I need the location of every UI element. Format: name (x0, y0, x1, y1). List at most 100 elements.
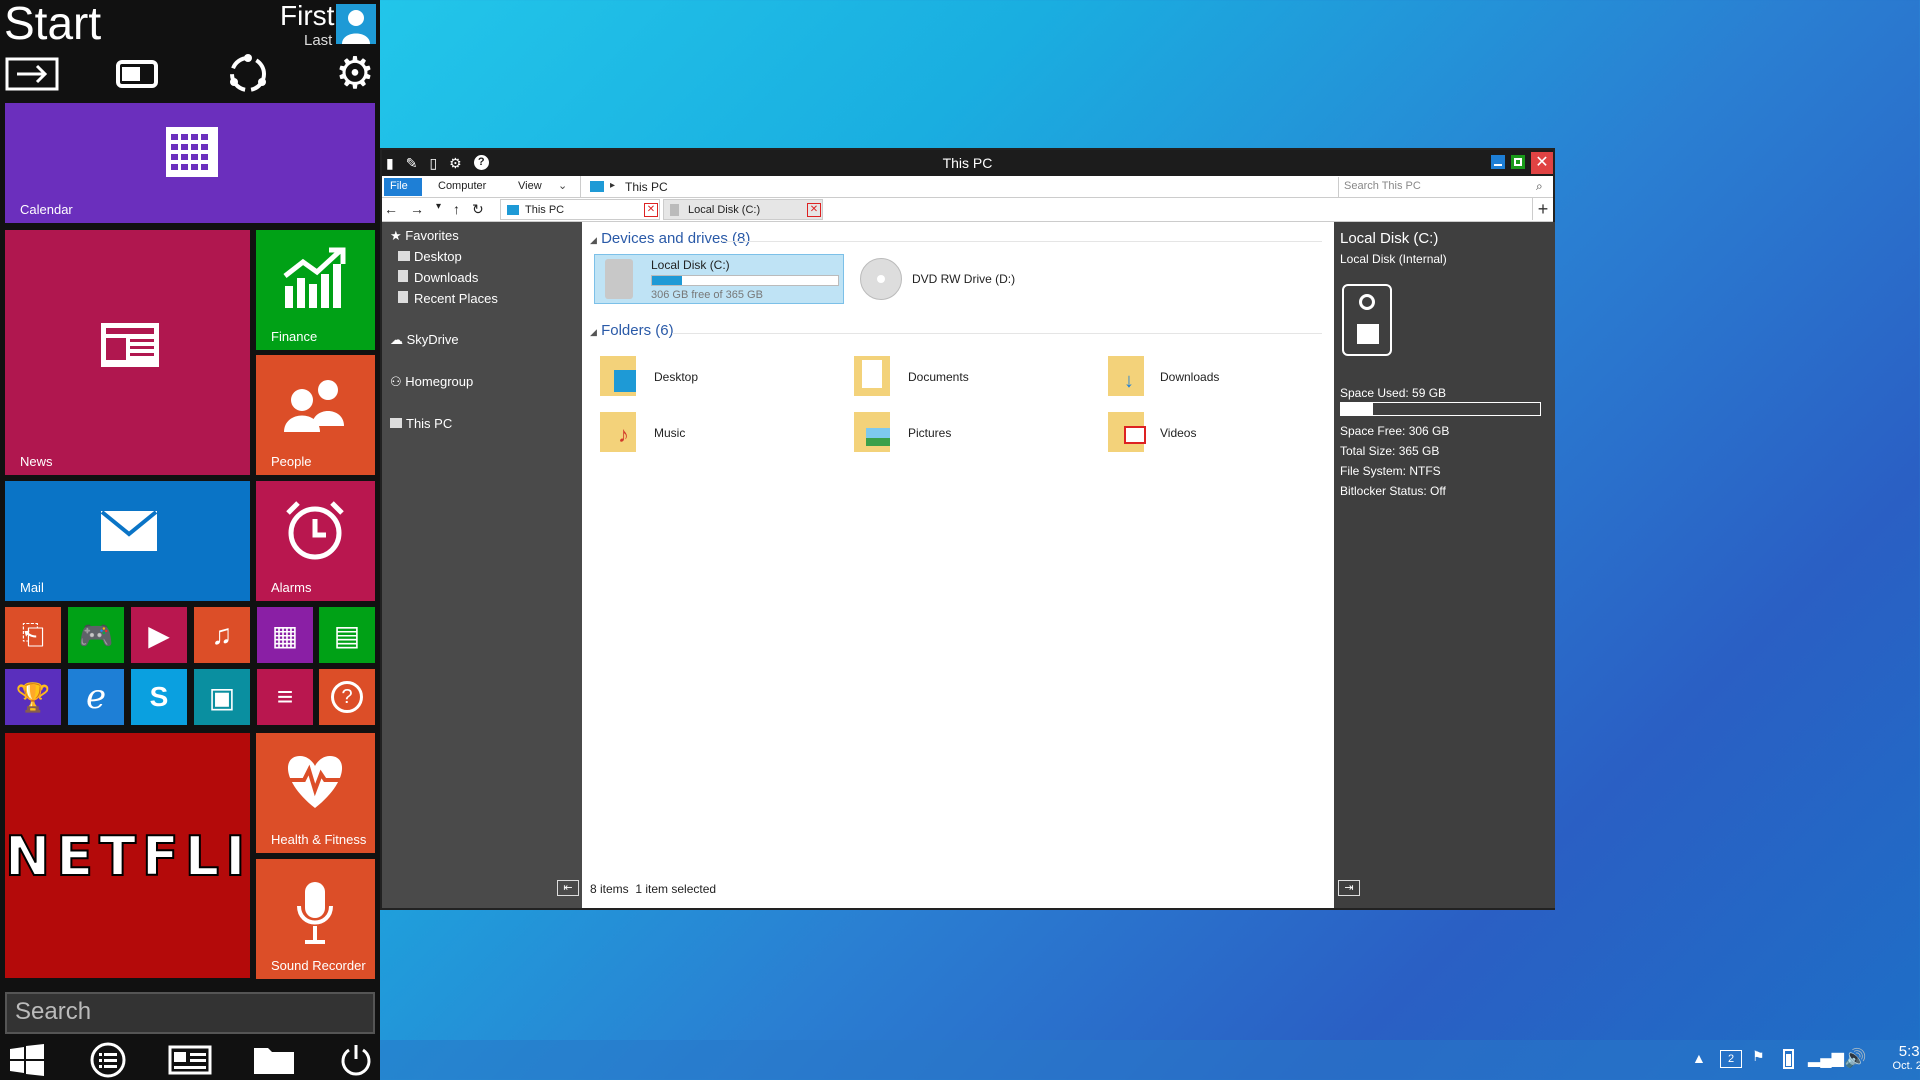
details-usage-fill (1341, 403, 1373, 415)
small-tile-8[interactable]: S (131, 669, 187, 725)
network-signal-icon[interactable]: ▂▄▆ (1808, 1048, 1844, 1068)
dvd-icon (860, 258, 902, 300)
toggle-button[interactable] (107, 52, 167, 96)
collapse-nav-button[interactable]: ⇤ (557, 880, 579, 896)
user-avatar[interactable] (336, 4, 376, 44)
minimize-button[interactable] (1491, 155, 1505, 169)
nav-homegroup[interactable]: ⚇ Homegroup (390, 374, 473, 390)
sound-recorder-tile[interactable]: Sound Recorder (256, 859, 375, 979)
drive-c-free: 306 GB free of 365 GB (651, 289, 763, 301)
small-tile-10[interactable]: ≡ (257, 669, 313, 725)
start-search-input[interactable]: Search (5, 992, 375, 1034)
collapse-right-icon: ⇥ (1344, 882, 1354, 894)
folder-desktop[interactable]: Desktop (600, 354, 830, 398)
settings-button[interactable]: ⚙ (325, 52, 385, 96)
folder-music-icon: ♪ (600, 412, 636, 452)
small-tile-5[interactable]: ▤ (319, 607, 375, 663)
folders-header-label: Folders (6) (601, 322, 674, 339)
finance-tile[interactable]: Finance (256, 230, 375, 350)
up-arrow-icon[interactable]: ↑ (453, 201, 460, 218)
drive-dvd-d[interactable]: DVD RW Drive (D:) (860, 254, 1120, 304)
search-icon[interactable]: ⌕ (1536, 179, 1543, 194)
small-tile-3[interactable]: ♫ (194, 607, 250, 663)
nav-item-desktop-label: Desktop (414, 249, 462, 264)
small-tile-9[interactable]: ▣ (194, 669, 250, 725)
close-tab-icon[interactable]: ✕ (644, 203, 658, 217)
close-tab-icon[interactable]: ✕ (807, 203, 821, 217)
sync-icon (230, 54, 266, 92)
action-center-button[interactable]: ⚑ (1752, 1048, 1765, 1065)
nav-item-desktop[interactable]: Desktop (398, 249, 462, 264)
tab-this-pc[interactable]: This PC ✕ (500, 199, 660, 220)
all-apps-button[interactable] (83, 1040, 133, 1080)
netflix-tile[interactable]: NETFLIX (5, 733, 250, 978)
drive-local-disk-c[interactable]: Local Disk (C:) 306 GB free of 365 GB (594, 254, 844, 304)
volume-icon[interactable]: 🔊 (1844, 1048, 1866, 1069)
desktop-count-badge[interactable]: 2 (1720, 1050, 1742, 1068)
health-tile[interactable]: Health & Fitness (256, 733, 375, 853)
user-last-name[interactable]: Last (304, 32, 332, 49)
nav-skydrive[interactable]: ☁ SkyDrive (390, 332, 459, 348)
folder-videos[interactable]: Videos (1108, 410, 1328, 454)
maximize-button[interactable] (1511, 155, 1525, 169)
folder-downloads[interactable]: ↓ Downloads (1108, 354, 1328, 398)
tab-file[interactable]: File (384, 178, 422, 196)
nav-this-pc[interactable]: This PC (390, 416, 452, 431)
power-button[interactable] (331, 1040, 381, 1080)
show-hidden-icons-button[interactable]: ▲ (1692, 1050, 1706, 1066)
alarms-tile[interactable]: Alarms (256, 481, 375, 601)
people-tile[interactable]: People (256, 355, 375, 475)
window-titlebar[interactable]: ▮ ✎ ▯ ⚙ ? This PC ✕ (382, 150, 1553, 176)
details-title: Local Disk (C:) (1340, 230, 1439, 247)
calculator-icon: ▤ (333, 619, 361, 651)
ribbon-expand-icon[interactable]: ⌄ (558, 179, 567, 192)
tab-computer[interactable]: Computer (432, 178, 492, 196)
help-icon: ? (331, 681, 363, 713)
collapse-details-button[interactable]: ⇥ (1338, 880, 1360, 896)
collapse-triangle-icon: ◢ (590, 327, 597, 337)
user-first-name[interactable]: First (280, 0, 334, 32)
control-panel-button[interactable] (165, 1040, 215, 1080)
back-arrow-icon[interactable]: ← (384, 201, 398, 218)
devices-section-header[interactable]: ◢ Devices and drives (8) (590, 230, 750, 247)
folder-pictures-label: Pictures (908, 426, 952, 440)
nav-item-recent-places[interactable]: Recent Places (398, 291, 498, 306)
calendar-tile[interactable]: Calendar (5, 103, 375, 223)
cloud-icon: ☁ (390, 332, 403, 347)
clock[interactable]: 5:32 Oct. 23 (1868, 1043, 1920, 1072)
address-bar[interactable]: This PC (625, 180, 668, 194)
small-tile-1[interactable]: 🎮 (68, 607, 124, 663)
forward-arrow-icon[interactable]: → (410, 201, 424, 218)
nav-item-downloads-label: Downloads (414, 270, 479, 285)
tab-view[interactable]: View (512, 178, 548, 196)
folder-music[interactable]: ♪ Music (600, 410, 830, 454)
computer-icon (390, 418, 402, 428)
nav-favorites[interactable]: ★ Favorites (390, 228, 459, 244)
tab-local-disk[interactable]: Local Disk (C:) ✕ (663, 199, 823, 220)
file-explorer-button[interactable] (249, 1040, 299, 1080)
folder-pictures[interactable]: Pictures (854, 410, 1084, 454)
close-button[interactable]: ✕ (1531, 152, 1553, 174)
battery-icon[interactable] (1783, 1049, 1794, 1069)
small-tile-7[interactable]: e (68, 669, 124, 725)
small-tile-0[interactable]: ⎗ (5, 607, 61, 663)
nav-item-downloads[interactable]: Downloads (398, 270, 478, 285)
history-dropdown-icon[interactable]: ▾ (436, 201, 441, 218)
refresh-icon[interactable]: ↻ (472, 201, 484, 218)
small-tile-6[interactable]: 🏆 (5, 669, 61, 725)
windows-button[interactable] (2, 1040, 52, 1080)
search-this-pc-input[interactable]: Search This PC (1338, 177, 1553, 197)
news-tile[interactable]: News (5, 230, 250, 475)
folder-documents-label: Documents (908, 370, 969, 384)
small-tile-2[interactable]: ▶ (131, 607, 187, 663)
alarms-label: Alarms (271, 580, 312, 595)
folders-section-header[interactable]: ◢ Folders (6) (590, 322, 674, 339)
sync-button[interactable] (218, 52, 278, 96)
mail-tile[interactable]: Mail (5, 481, 250, 601)
small-tile-4[interactable]: ▦ (257, 607, 313, 663)
sign-out-button[interactable] (2, 52, 62, 96)
small-tile-11[interactable]: ? (319, 669, 375, 725)
new-tab-button[interactable]: + (1532, 198, 1553, 220)
folder-documents[interactable]: Documents (854, 354, 1084, 398)
start-panel: Start First Last ⚙ Calendar News Finance… (0, 0, 380, 1080)
